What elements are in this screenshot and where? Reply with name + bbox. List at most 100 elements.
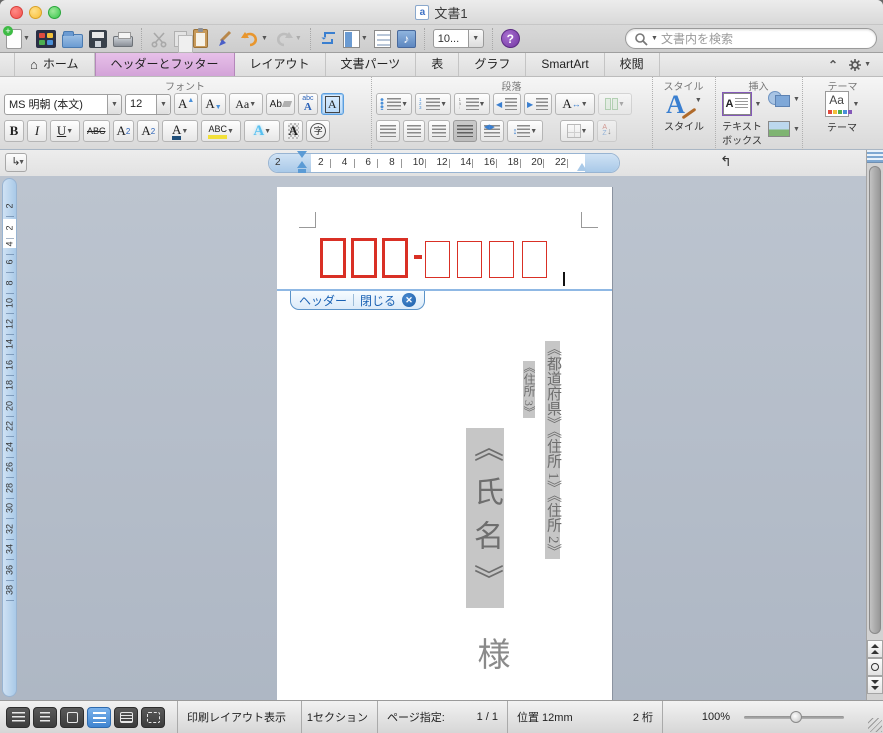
postal-box-thick[interactable] — [351, 238, 377, 278]
header-tab[interactable]: ヘッダー 閉じる ✕ — [290, 291, 426, 310]
themes-button[interactable]: Aa ▼ テーマ — [819, 91, 865, 134]
collapse-ribbon-button[interactable]: ⌃ — [828, 58, 838, 72]
shapes-button[interactable]: ▼ — [768, 91, 800, 107]
postal-box-thin[interactable] — [522, 241, 547, 278]
right-indent-marker[interactable] — [577, 163, 587, 171]
zoom-slider[interactable] — [744, 710, 845, 723]
align-left-button[interactable] — [376, 120, 400, 142]
close-header-button[interactable]: 閉じる — [360, 292, 396, 309]
split-window-handle[interactable] — [867, 150, 883, 163]
redo-button[interactable]: ▼ — [274, 30, 302, 48]
tab-stop-selector[interactable]: ↳ ▼ — [5, 153, 27, 172]
multilevel-list-button[interactable]: 1 a i ▼ — [454, 93, 490, 115]
picture-button[interactable]: ▼ — [768, 121, 800, 137]
borders-button[interactable]: ▼ — [560, 120, 594, 142]
show-marks-button[interactable] — [319, 30, 337, 48]
section-status[interactable]: 1セクション — [302, 701, 378, 733]
scrollbar-thumb[interactable] — [869, 166, 881, 634]
texture-fill-button[interactable]: A — [283, 120, 304, 142]
postal-box-thick[interactable] — [320, 238, 346, 278]
styles-button[interactable]: A ▼ スタイル — [659, 91, 709, 134]
bullets-button[interactable]: ▼ — [376, 93, 412, 115]
columns-view-button[interactable]: ▼ — [342, 29, 368, 48]
postal-box-thin[interactable] — [425, 241, 450, 278]
vertical-ruler[interactable]: 2 2 4 6 8 10 12 14 16 18 20 22 24 26 28 30 32 34 36 38 — [2, 178, 17, 697]
clear-formatting-button[interactable]: Ab — [265, 93, 295, 115]
font-color-button[interactable]: A ▼ — [162, 120, 199, 142]
outline-view-button[interactable] — [33, 706, 57, 728]
address-merge-field-2[interactable]: 《住所 3》 — [522, 361, 536, 418]
resize-grip[interactable] — [868, 718, 882, 732]
zoom-value[interactable]: 10... — [432, 29, 469, 48]
zoom-slider-thumb[interactable] — [790, 710, 803, 723]
ribbon-tab-7[interactable]: 校閲 — [605, 53, 660, 76]
ribbon-tab-2[interactable]: レイアウト — [235, 53, 326, 76]
subscript-button[interactable]: A2 — [137, 120, 160, 142]
character-border-button[interactable]: A — [320, 93, 344, 115]
title-bar[interactable]: a 文書1 — [0, 0, 883, 25]
superscript-button[interactable]: A2 — [112, 120, 135, 142]
ribbon-tab-5[interactable]: グラフ — [459, 53, 527, 76]
zoom-combo[interactable]: 10... ▼ — [432, 29, 484, 48]
postal-box-thick[interactable] — [382, 238, 408, 278]
numbering-button[interactable]: 1 2 3 ▼ — [415, 93, 451, 115]
open-button[interactable] — [61, 30, 83, 48]
justify-button[interactable] — [453, 120, 477, 142]
strikethrough-button[interactable]: ABC — [83, 120, 110, 142]
copy-button[interactable] — [173, 30, 193, 53]
view-mode-status[interactable]: 印刷レイアウト表示 — [178, 701, 302, 733]
elements-button[interactable] — [373, 29, 391, 48]
cut-button[interactable] — [150, 30, 168, 48]
draft-view-button[interactable] — [6, 706, 30, 728]
change-case-button[interactable]: Aa ▼ — [228, 93, 263, 115]
ribbon-tab-4[interactable]: 表 — [416, 53, 460, 76]
format-painter-button[interactable] — [214, 30, 234, 48]
align-center-button[interactable] — [403, 120, 425, 142]
postal-box-thin[interactable] — [457, 241, 482, 278]
paste-button[interactable] — [192, 28, 208, 48]
columns-button[interactable]: ▼ — [598, 93, 632, 115]
help-button[interactable]: ? — [500, 29, 520, 48]
text-effects-button[interactable]: A ▼ — [244, 120, 281, 142]
search-field[interactable]: ▼ 文書内を検索 — [625, 28, 877, 49]
gallery-button[interactable] — [35, 29, 56, 48]
notebook-view-button[interactable] — [114, 706, 138, 728]
vertical-scrollbar[interactable] — [866, 150, 883, 700]
ribbon-tab-3[interactable]: 文書パーツ — [326, 53, 417, 76]
underline-button[interactable]: U ▼ — [50, 120, 80, 142]
select-browse-object-button[interactable] — [867, 658, 883, 676]
font-name-combo[interactable]: MS 明朝 (本文) ▼ — [4, 93, 122, 115]
undo-button[interactable]: ▼ — [240, 30, 268, 48]
ribbon-tab-6[interactable]: SmartArt — [526, 53, 605, 76]
focus-view-button[interactable] — [141, 706, 165, 728]
decrease-indent-button[interactable]: ◀ — [493, 93, 521, 115]
phonetic-guide-button[interactable]: abc A — [297, 93, 318, 115]
increase-indent-button[interactable]: ▶ — [524, 93, 552, 115]
close-header-icon[interactable]: ✕ — [402, 293, 417, 307]
bold-button[interactable]: B — [4, 120, 24, 142]
new-document-button[interactable]: ▼ — [3, 25, 30, 49]
indent-marker[interactable] — [297, 151, 307, 177]
ribbon-settings-button[interactable]: ▼ — [848, 58, 871, 72]
page-status[interactable]: ページ指定: 1 / 1 — [378, 701, 508, 733]
textbox-button[interactable]: A ▼ テキスト ボックス — [722, 93, 762, 147]
media-browser-button[interactable]: ♪ — [396, 29, 416, 48]
ribbon-tab-0[interactable]: ⌂ ホーム — [14, 53, 95, 76]
document-area[interactable]: 2 2 4 6 8 10 12 14 16 18 20 22 24 26 28 30 32 34 36 38 ヘッダー… — [0, 176, 866, 700]
shrink-font-button[interactable]: A ▼ — [201, 93, 226, 115]
ribbon-tab-1[interactable]: ヘッダーとフッター — [94, 53, 235, 76]
italic-button[interactable]: I — [27, 120, 47, 142]
print-layout-view-button[interactable] — [87, 706, 111, 728]
postal-box-thin[interactable] — [489, 241, 514, 278]
horizontal-ruler[interactable]: 2 2 4 6 8 10 12 14 16 18 20 22 — [268, 151, 620, 173]
character-spacing-button[interactable]: A ↔ ▼ — [555, 93, 595, 115]
name-merge-field[interactable]: 《氏名》 — [466, 428, 504, 608]
publishing-view-button[interactable] — [60, 706, 84, 728]
align-right-button[interactable] — [428, 120, 450, 142]
highlight-button[interactable]: ABC ▼ — [201, 120, 242, 142]
document-page[interactable]: ヘッダー 閉じる ✕ 《都道府県》《住所 1》《住所 2》 《住所 3》 《氏名… — [277, 187, 612, 700]
save-button[interactable] — [88, 29, 107, 48]
grow-font-button[interactable]: A ▲ — [174, 93, 199, 115]
print-button[interactable] — [112, 30, 133, 47]
line-spacing-button[interactable]: ↕ ▼ — [507, 120, 543, 142]
